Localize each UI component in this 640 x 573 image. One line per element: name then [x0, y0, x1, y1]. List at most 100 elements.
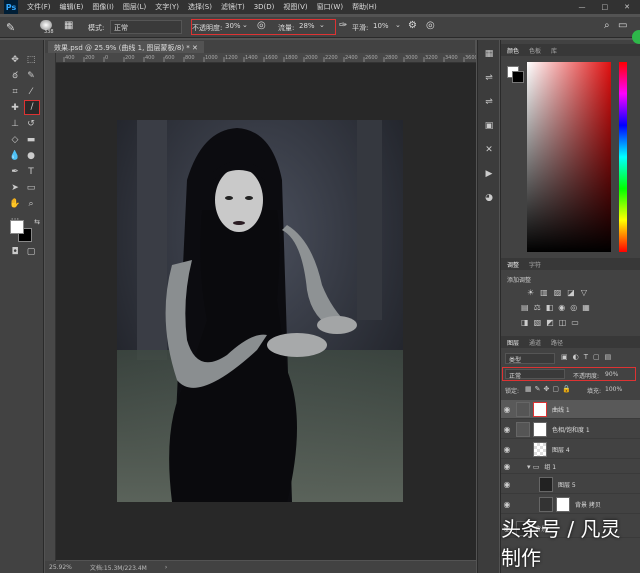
selective-color-icon[interactable]: ◫ — [559, 318, 567, 327]
tab-adjustments[interactable]: 调整 — [507, 260, 519, 269]
adjustments-icon[interactable]: ▣ — [483, 120, 495, 132]
gradient-map-icon[interactable]: ▭ — [571, 318, 579, 327]
folder-icon[interactable]: ▾ ▭ — [527, 463, 539, 471]
smart-filter-icon[interactable]: ▤ — [605, 353, 612, 361]
fill-value[interactable]: 100% — [605, 386, 622, 393]
invert-icon[interactable]: ◨ — [521, 318, 529, 327]
eraser-icon[interactable]: ◇ — [8, 134, 22, 146]
foreground-color-swatch[interactable] — [10, 220, 24, 234]
menu-edit[interactable]: 编辑(E) — [60, 2, 84, 12]
healing-brush-icon[interactable]: ✚ — [8, 102, 22, 114]
pressure-size-icon[interactable]: ◎ — [426, 20, 435, 31]
layer-mask-thumbnail[interactable] — [556, 496, 570, 512]
brush-panel-icon[interactable]: ▦ — [64, 20, 73, 31]
tab-color[interactable]: 颜色 — [507, 46, 519, 55]
bw-icon[interactable]: ◧ — [546, 303, 554, 312]
layer-row[interactable]: ◉ 曲线 1 — [501, 400, 640, 419]
path-select-icon[interactable]: ➤ — [8, 182, 22, 194]
layer-row[interactable]: ◉ 图层 5 — [501, 475, 640, 494]
brush-tool-icon[interactable]: ✎ — [6, 21, 15, 34]
brush-settings-icon[interactable]: ✕ — [483, 144, 495, 156]
lasso-tool-icon[interactable]: ఠ — [8, 70, 22, 82]
properties-icon[interactable]: ⇌ — [483, 96, 495, 108]
menu-image[interactable]: 图像(I) — [92, 2, 114, 12]
curves-icon[interactable]: ▨ — [554, 288, 562, 297]
hue-saturation-icon[interactable]: ▤ — [521, 303, 529, 312]
marquee-tool-icon[interactable]: ⬚ — [24, 54, 38, 66]
lookup-icon[interactable]: ▦ — [582, 303, 590, 312]
settings-gear-icon[interactable]: ⚙ — [408, 20, 417, 31]
eye-icon[interactable]: ◉ — [501, 462, 513, 471]
layer-row[interactable]: ◉ 图层 4 — [501, 440, 640, 459]
eye-icon[interactable]: ◉ — [501, 445, 513, 454]
swap-colors-icon[interactable]: ⇆ — [30, 216, 44, 228]
brightness-icon[interactable]: ☀ — [527, 288, 534, 297]
threshold-icon[interactable]: ◩ — [546, 318, 554, 327]
color-picker-field[interactable] — [527, 62, 611, 252]
type-tool-icon[interactable]: T — [24, 166, 38, 178]
hand-tool-icon[interactable]: ✋ — [8, 198, 22, 210]
eyedropper-icon[interactable]: ⁄ — [24, 86, 38, 98]
gradient-icon[interactable]: ▬ — [24, 134, 38, 146]
zoom-level[interactable]: 25.92% — [49, 564, 72, 571]
workspace-icon[interactable]: ▭ — [618, 20, 627, 31]
tab-libraries[interactable]: 库 — [551, 46, 557, 55]
menu-filter[interactable]: 滤镜(T) — [221, 2, 245, 12]
close-button[interactable]: ✕ — [624, 3, 630, 11]
photo-filter-icon[interactable]: ◉ — [558, 303, 565, 312]
document-photo[interactable] — [117, 120, 403, 502]
quick-select-icon[interactable]: ✎ — [24, 70, 38, 82]
mixer-icon[interactable]: ◎ — [570, 303, 577, 312]
airbrush-icon[interactable]: ✑ — [339, 20, 347, 31]
blend-mode-select[interactable]: 正常 — [505, 369, 565, 380]
eye-icon[interactable]: ◉ — [501, 405, 513, 414]
lock-icons[interactable]: ▦✎✥▢🔒 — [525, 385, 574, 393]
history-brush-icon[interactable]: ↺ — [24, 118, 38, 130]
levels-icon[interactable]: ▥ — [540, 288, 548, 297]
tab-channels[interactable]: 通道 — [529, 338, 541, 347]
layer-filter-select[interactable]: 类型 — [505, 353, 555, 364]
chevron-right-icon[interactable]: › — [165, 564, 167, 571]
layer-group-row[interactable]: ◉ ▾ ▭ 组 1 — [501, 460, 640, 474]
tab-character[interactable]: 字符 — [529, 260, 541, 269]
exposure-icon[interactable]: ◪ — [567, 288, 575, 297]
blur-tool-icon[interactable]: 💧 — [8, 150, 22, 162]
chevron-down-icon[interactable]: ⌄ — [395, 21, 401, 29]
minimize-button[interactable]: — — [579, 3, 586, 11]
pixel-filter-icon[interactable]: ▣ — [561, 353, 568, 361]
screen-mode-icon[interactable]: ▢ — [24, 246, 38, 258]
menu-type[interactable]: 文字(Y) — [155, 2, 179, 12]
layer-mask-thumbnail[interactable] — [533, 401, 547, 417]
menu-view[interactable]: 视图(V) — [283, 2, 307, 12]
balance-icon[interactable]: ⚖ — [534, 303, 541, 312]
menu-layer[interactable]: 图层(L) — [123, 2, 146, 12]
eye-icon[interactable]: ◉ — [501, 425, 513, 434]
move-tool-icon[interactable]: ✥ — [8, 54, 22, 66]
tab-swatches[interactable]: 色板 — [529, 46, 541, 55]
smooth-input[interactable]: 10% — [370, 20, 396, 34]
posterize-icon[interactable]: ▧ — [534, 318, 542, 327]
pen-tool-icon[interactable]: ✒ — [8, 166, 22, 178]
menu-select[interactable]: 选择(S) — [188, 2, 212, 12]
shape-filter-icon[interactable]: ▢ — [593, 353, 600, 361]
eye-icon[interactable]: ◉ — [501, 480, 513, 489]
menu-help[interactable]: 帮助(H) — [352, 2, 377, 12]
actions-icon[interactable]: ⇌ — [483, 72, 495, 84]
history-icon[interactable]: ▦ — [483, 48, 495, 60]
quick-mask-icon[interactable]: ◘ — [8, 246, 22, 258]
close-tab-icon[interactable]: ✕ — [192, 44, 198, 52]
hue-slider[interactable] — [619, 62, 627, 252]
rectangle-tool-icon[interactable]: ▭ — [24, 182, 38, 194]
background-swatch[interactable] — [512, 71, 524, 83]
menu-3d[interactable]: 3D(D) — [254, 3, 275, 11]
search-icon[interactable]: ⌕ — [604, 20, 610, 31]
layer-row[interactable]: ◉ 背景 拷贝 — [501, 495, 640, 514]
layer-mask-thumbnail[interactable] — [533, 421, 547, 437]
play-icon[interactable]: ▶ — [483, 168, 495, 180]
menu-file[interactable]: 文件(F) — [27, 2, 51, 12]
tab-layers[interactable]: 图层 — [507, 338, 519, 347]
brush-tool-icon[interactable]: / — [24, 100, 40, 115]
zoom-tool-icon[interactable]: ⌕ — [24, 198, 38, 210]
clone-stamp-icon[interactable]: ⊥ — [8, 118, 22, 130]
crop-tool-icon[interactable]: ⌗ — [8, 86, 22, 98]
